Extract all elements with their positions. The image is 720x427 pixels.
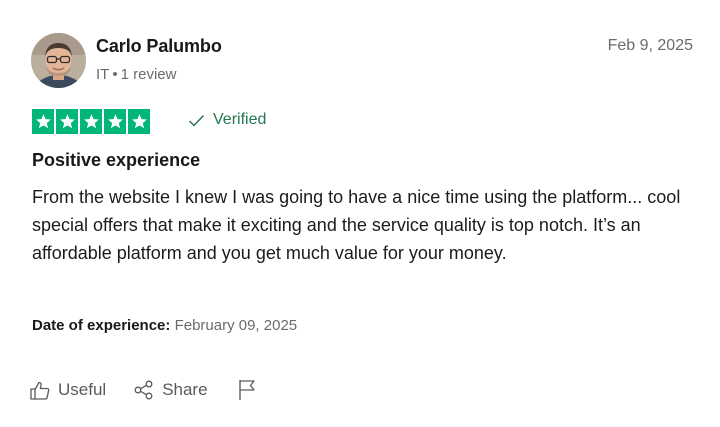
star-icon <box>131 114 147 129</box>
star-icon <box>35 114 51 129</box>
star-4 <box>104 109 126 134</box>
share-button[interactable]: Share <box>134 380 208 400</box>
verified-badge[interactable]: Verified <box>188 111 266 129</box>
star-icon <box>59 114 75 129</box>
reviewer-meta: IT • 1 review <box>96 66 176 83</box>
star-5 <box>128 109 150 134</box>
star-icon <box>107 114 123 129</box>
useful-label: Useful <box>58 380 107 399</box>
useful-button[interactable]: Useful <box>30 380 106 400</box>
star-2 <box>56 109 78 134</box>
star-icon <box>83 114 99 129</box>
reviewer-review-count: 1 review <box>120 66 177 83</box>
verified-label: Verified <box>213 111 267 128</box>
report-button[interactable] <box>238 379 256 401</box>
date-of-experience: Date of experience: February 09, 2025 <box>32 317 297 334</box>
experience-label: Date of experience: <box>32 317 171 334</box>
meta-separator: • <box>112 66 118 83</box>
share-label: Share <box>162 380 208 399</box>
reviewer-name[interactable]: Carlo Palumbo <box>96 36 222 57</box>
thumbs-up-icon <box>30 381 50 400</box>
review-title: Positive experience <box>32 150 201 170</box>
star-rating <box>32 109 150 134</box>
review-actions: Useful Share <box>30 376 256 404</box>
star-3 <box>80 109 102 134</box>
star-1 <box>32 109 54 134</box>
review-body: From the website I knew I was going to h… <box>32 187 681 263</box>
review-date: Feb 9, 2025 <box>607 37 693 54</box>
reviewer-country: IT <box>96 66 110 83</box>
avatar[interactable] <box>31 33 86 88</box>
review-card: Carlo Palumbo IT • 1 review Feb 9, 2025 Ve… <box>0 0 720 427</box>
avatar-photo <box>31 33 86 88</box>
share-icon <box>134 380 153 400</box>
checkmark-icon <box>189 114 205 127</box>
experience-date: February 09, 2025 <box>174 317 298 334</box>
flag-icon <box>238 380 255 400</box>
